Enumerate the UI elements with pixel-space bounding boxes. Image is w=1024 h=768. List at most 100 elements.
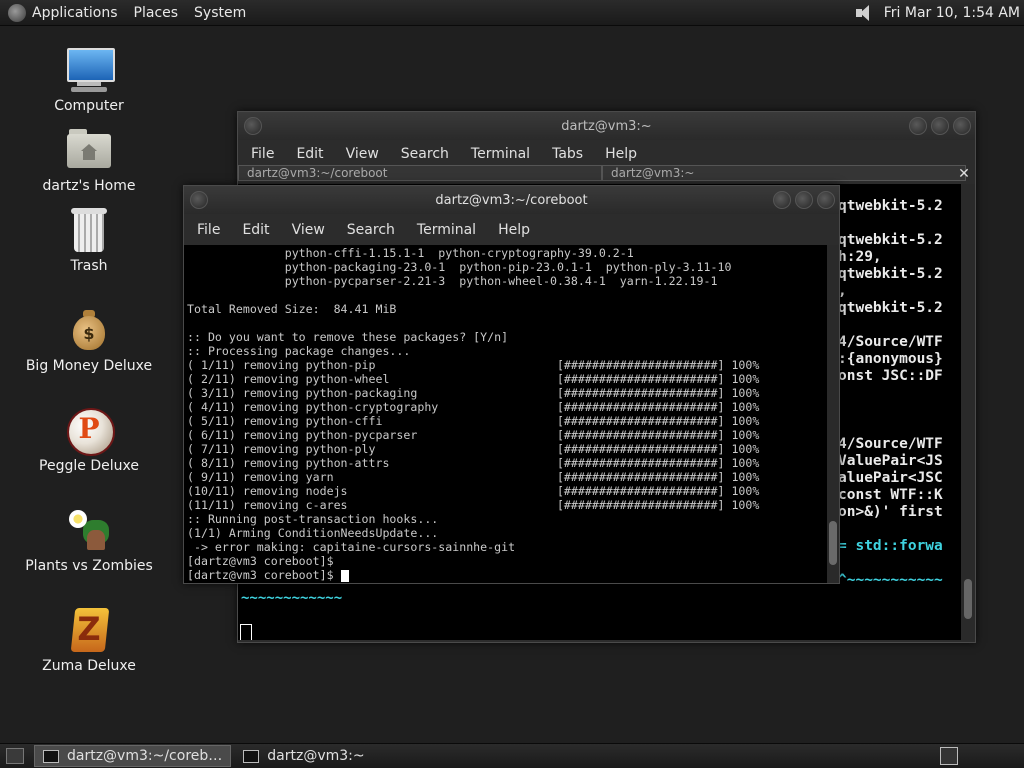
terminal-line: Total Removed Size: 84.41 MiB (187, 302, 397, 316)
home-folder-icon (65, 126, 113, 174)
scrollbar-thumb[interactable] (829, 521, 837, 565)
terminal-line: :{anonymous} (838, 351, 943, 367)
terminal-line: qtwebkit-5.2 (838, 198, 943, 214)
desktop-icon-label: dartz's Home (42, 178, 136, 194)
terminal-line: = std::forwa (838, 538, 943, 554)
terminal-cursor (340, 569, 349, 582)
window-menubar: File Edit View Search Terminal Tabs Help (238, 140, 975, 168)
desktop-icon-label: Zuma Deluxe (42, 658, 136, 674)
menu-places[interactable]: Places (134, 5, 179, 21)
menu-edit[interactable]: Edit (296, 146, 323, 162)
desktop-icon-label: Computer (54, 98, 124, 114)
menu-search[interactable]: Search (347, 222, 395, 238)
terminal-line: ( 5/11) removing python-cffi [##########… (187, 414, 760, 428)
volume-icon[interactable] (854, 4, 874, 22)
tab-coreboot[interactable]: dartz@vm3:~/coreboot (238, 165, 602, 181)
minimize-button[interactable] (909, 117, 927, 135)
desktop-icon-plants-vs-zombies[interactable]: Plants vs Zombies (14, 506, 164, 574)
maximize-button[interactable] (931, 117, 949, 135)
menu-file[interactable]: File (197, 222, 220, 238)
desktop-icon-label: Big Money Deluxe (25, 358, 153, 374)
window-titlebar[interactable]: dartz@vm3:~/coreboot (184, 186, 839, 214)
terminal-line: :: Running post-transaction hooks... (187, 512, 439, 526)
terminal-output[interactable]: python-cffi-1.15.1-1 python-cryptography… (184, 245, 827, 583)
maximize-button[interactable] (795, 191, 813, 209)
menu-system[interactable]: System (194, 5, 246, 21)
terminal-line: (11/11) removing c-ares [###############… (187, 498, 760, 512)
window-menu-button[interactable] (244, 117, 262, 135)
terminal-line: , (838, 283, 847, 299)
terminal-line: 4/Source/WTF (838, 436, 943, 452)
terminal-cursor (240, 624, 252, 640)
terminal-line: ( 6/11) removing python-pycparser [#####… (187, 428, 760, 442)
computer-icon (65, 46, 115, 94)
desktop-icon-computer[interactable]: Computer (14, 46, 164, 114)
close-button[interactable] (817, 191, 835, 209)
scrollbar[interactable] (827, 245, 839, 583)
top-panel: Applications Places System Fri Mar 10, 1… (0, 0, 1024, 26)
menu-file[interactable]: File (251, 146, 274, 162)
terminal-line: const WTF::K (838, 487, 943, 503)
desktop-icon-peggle[interactable]: P Peggle Deluxe (14, 406, 164, 474)
gnome-foot-icon[interactable] (8, 3, 26, 22)
terminal-line: h:29, (838, 249, 882, 265)
tab-home[interactable]: dartz@vm3:~ (602, 165, 966, 181)
menu-tabs[interactable]: Tabs (552, 146, 583, 162)
terminal-line: on>&)' first (838, 504, 943, 520)
terminal-lines: qtwebkit-5.2 qtwebkit-5.2 h:29, qtwebkit-5.… (838, 198, 943, 589)
clock[interactable]: Fri Mar 10, 1:54 AM (884, 5, 1020, 21)
desktop-icon-label: Peggle Deluxe (39, 458, 139, 474)
menu-search[interactable]: Search (401, 146, 449, 162)
terminal-line: qtwebkit-5.2 (838, 266, 943, 282)
terminal-line: ~~~~~~~~~~~~ (241, 590, 343, 606)
bottom-panel: dartz@vm3:~/coreb… dartz@vm3:~ (0, 743, 1024, 768)
menu-view[interactable]: View (292, 222, 325, 238)
terminal-line: 4/Source/WTF (838, 334, 943, 350)
menu-view[interactable]: View (346, 146, 379, 162)
terminal-line: -> error making: capitaine-cursors-sainn… (187, 540, 516, 554)
desktop-icon-big-money[interactable]: $ Big Money Deluxe (14, 306, 164, 374)
close-button[interactable] (953, 117, 971, 135)
window-menu-button[interactable] (190, 191, 208, 209)
taskbar-item-home[interactable]: dartz@vm3:~ (235, 746, 372, 766)
money-bag-icon: $ (65, 306, 113, 354)
workspace-switcher[interactable] (940, 747, 958, 765)
desktop-icon-trash[interactable]: Trash (14, 206, 164, 274)
menu-help[interactable]: Help (498, 222, 530, 238)
minimize-button[interactable] (773, 191, 791, 209)
show-desktop-button[interactable] (6, 748, 24, 764)
window-titlebar[interactable]: dartz@vm3:~ (238, 112, 975, 140)
terminal-icon (243, 749, 260, 763)
terminal-line: onst JSC::DF (838, 368, 943, 384)
terminal-line: qtwebkit-5.2 (838, 300, 943, 316)
tab-bar: dartz@vm3:~/coreboot dartz@vm3:~ ✕ (238, 165, 975, 183)
menu-help[interactable]: Help (605, 146, 637, 162)
terminal-line: ( 8/11) removing python-attrs [#########… (187, 456, 760, 470)
terminal-line: ValuePair<JS (838, 453, 943, 469)
menu-terminal[interactable]: Terminal (417, 222, 476, 238)
scrollbar-thumb[interactable] (964, 579, 972, 619)
zuma-icon: Z (65, 606, 113, 654)
terminal-line: ( 2/11) removing python-wheel [#########… (187, 372, 760, 386)
menu-applications[interactable]: Applications (32, 5, 118, 21)
terminal-line: aluePair<JSC (838, 470, 943, 486)
taskbar-item-coreboot[interactable]: dartz@vm3:~/coreb… (34, 745, 232, 767)
terminal-line: ( 4/11) removing python-cryptography [##… (187, 400, 760, 414)
desktop-icon-zuma[interactable]: Z Zuma Deluxe (14, 606, 164, 674)
menu-terminal[interactable]: Terminal (471, 146, 530, 162)
terminal-window-coreboot[interactable]: dartz@vm3:~/coreboot File Edit View Sear… (183, 185, 840, 584)
terminal-line: qtwebkit-5.2 (838, 232, 943, 248)
desktop-icon-home[interactable]: dartz's Home (14, 126, 164, 194)
menu-edit[interactable]: Edit (242, 222, 269, 238)
terminal-icon (43, 749, 59, 763)
scrollbar[interactable] (961, 184, 975, 640)
terminal-lines: python-cffi-1.15.1-1 python-cryptography… (187, 246, 759, 582)
terminal-line: python-cffi-1.15.1-1 python-cryptography… (187, 246, 634, 260)
close-tab-icon[interactable]: ✕ (957, 167, 971, 181)
terminal-line: ( 7/11) removing python-ply [###########… (187, 442, 760, 456)
